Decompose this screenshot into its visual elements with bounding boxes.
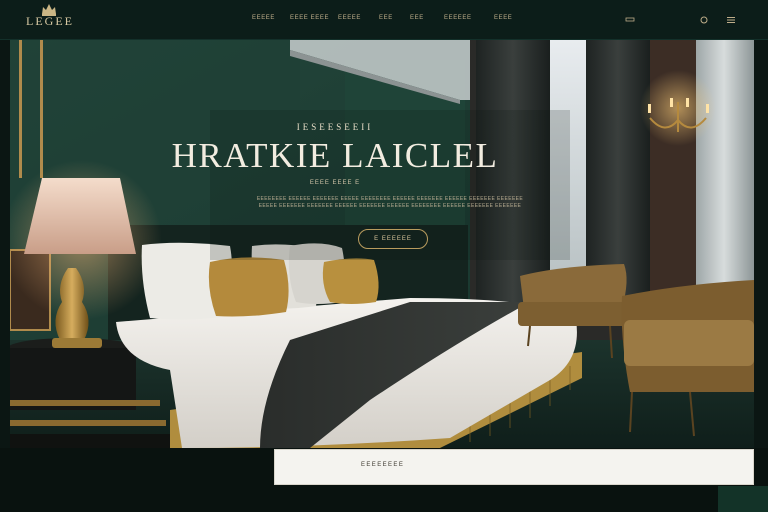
- nav-link-3[interactable]: EEEEE: [338, 15, 361, 21]
- hero-eyebrow: IESEESEEII: [296, 122, 374, 132]
- nav-link-1[interactable]: EEEEE: [252, 15, 275, 21]
- hero-subtitle: EEEE EEEE E: [309, 180, 361, 186]
- account-icon[interactable]: [624, 14, 636, 26]
- search-icon[interactable]: [698, 14, 710, 26]
- hero-section: IESEESEEII HRATKIE LAICLEL EEEE EEEE E E…: [10, 40, 754, 448]
- hero-description: EEEEEEEE EEEEEE EEEEEEE EEEEE EEEEEEEE E…: [256, 196, 524, 209]
- nav-link-5[interactable]: EEE: [410, 15, 424, 21]
- footer-accent-block: [718, 486, 768, 512]
- hero-cta-button[interactable]: E EEEEEE: [358, 229, 428, 249]
- nav-link-4[interactable]: EEE: [379, 15, 393, 21]
- top-navbar: LEGEE EEEEE EEEE EEEE EEEEE EEE EEE EEEE…: [0, 0, 768, 40]
- nav-link-2[interactable]: EEEE EEEE: [290, 15, 329, 21]
- hero-title: HRATKIE LAICLEL: [171, 136, 499, 175]
- booking-panel: EEEEEEEE: [274, 449, 754, 485]
- logo[interactable]: LEGEE: [26, 2, 72, 34]
- nav-link-6[interactable]: EEEEEE: [444, 15, 472, 21]
- menu-icon[interactable]: [725, 14, 737, 26]
- logo-text: LEGEE: [26, 14, 74, 28]
- booking-link[interactable]: EEEEEEEE: [361, 462, 404, 468]
- nav-link-7[interactable]: EEEE: [494, 15, 512, 21]
